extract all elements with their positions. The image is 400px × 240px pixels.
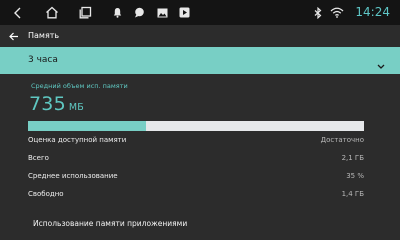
period-dropdown[interactable]: 3 часа [0, 47, 400, 74]
wifi-icon [329, 0, 345, 25]
average-label: Средний объем исп. памяти [31, 82, 128, 90]
period-value: 3 часа [28, 55, 58, 65]
clock: 14:24 [355, 5, 390, 19]
image-icon [155, 0, 169, 25]
page-title: Память [28, 31, 60, 40]
stat-value: Достаточно [320, 136, 364, 144]
app-memory-usage-link[interactable]: Использование памяти приложениями [33, 219, 187, 228]
memory-usage-bar [28, 121, 364, 131]
bluetooth-icon [311, 0, 325, 25]
home-icon[interactable] [42, 0, 62, 25]
chevron-down-icon [376, 56, 386, 69]
bell-icon [110, 0, 124, 25]
back-arrow-icon[interactable] [7, 28, 21, 44]
stat-label: Среднее использование [28, 172, 118, 180]
message-icon [132, 0, 146, 25]
stat-label: Оценка доступной памяти [28, 136, 127, 144]
stat-value: 2,1 ГБ [341, 154, 364, 162]
stat-row-free: Свободно 1,4 ГБ [28, 190, 364, 202]
stat-value: 35 % [346, 172, 364, 180]
average-value: 735 МБ [29, 93, 84, 115]
back-icon[interactable] [9, 0, 27, 25]
stat-row-average-usage: Среднее использование 35 % [28, 172, 364, 184]
recents-icon[interactable] [75, 0, 95, 25]
average-number: 735 [29, 93, 66, 115]
stat-row-total: Всего 2,1 ГБ [28, 154, 364, 166]
average-unit: МБ [68, 102, 84, 113]
stat-value: 1,4 ГБ [341, 190, 364, 198]
app-bar: Память [0, 25, 400, 47]
stat-label: Всего [28, 154, 49, 162]
memory-usage-fill [28, 121, 146, 131]
media-icon [177, 0, 191, 25]
status-bar: 14:24 [0, 0, 400, 25]
stat-row-availability: Оценка доступной памяти Достаточно [28, 136, 364, 148]
stat-label: Свободно [28, 190, 64, 198]
